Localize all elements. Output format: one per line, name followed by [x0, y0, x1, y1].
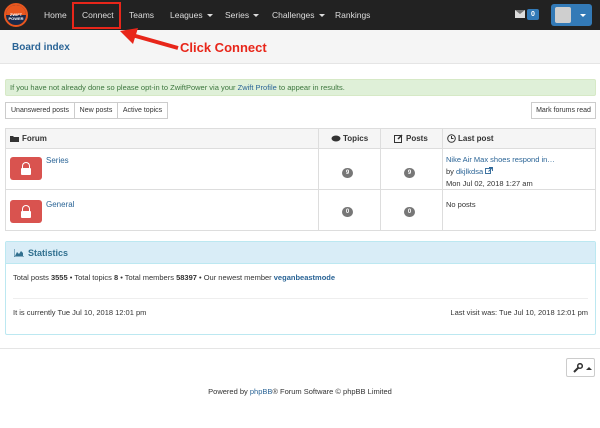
topics-count: 0: [342, 207, 353, 217]
top-navbar: ZWIFT POWER Home Connect Teams Leagues S…: [0, 0, 600, 30]
forum-table: Forum Topics Posts Last post Series 9 9 …: [5, 128, 596, 231]
clock-icon: [447, 134, 456, 143]
chevron-down-icon: [206, 14, 213, 18]
tools-menu-button[interactable]: [566, 358, 595, 377]
area-chart-icon: [14, 249, 24, 257]
zwift-profile-link[interactable]: Zwift Profile: [238, 83, 277, 92]
lock-icon: [10, 200, 42, 223]
forum-row-series: Series 9 9 Nike Air Max shoes respond in…: [6, 149, 595, 190]
forum-link-general[interactable]: General: [46, 200, 74, 209]
annotation-arrow: [120, 28, 179, 50]
new-posts-button[interactable]: New posts: [74, 102, 118, 119]
phpbb-link[interactable]: phpBB: [250, 387, 273, 396]
statistics-title: Statistics: [28, 248, 69, 258]
last-visit: Last visit was: Tue Jul 10, 2018 12:01 p…: [450, 308, 588, 317]
posts-count: 0: [404, 207, 415, 217]
mark-forums-read-button[interactable]: Mark forums read: [531, 102, 596, 119]
active-topics-button[interactable]: Active topics: [117, 102, 168, 119]
nav-challenges[interactable]: Challenges: [272, 0, 325, 30]
current-time: It is currently Tue Jul 10, 2018 12:01 p…: [13, 308, 147, 317]
forum-link-series[interactable]: Series: [46, 156, 69, 165]
comments-icon: [331, 135, 341, 142]
table-header: Forum Topics Posts Last post: [6, 129, 595, 149]
header-last-post: Last post: [458, 134, 494, 143]
last-post-by-label: by: [446, 167, 454, 176]
wrench-icon: [573, 363, 583, 373]
chevron-down-icon: [318, 14, 325, 18]
connect-highlight-box: [72, 2, 121, 29]
topics-count: 9: [342, 168, 353, 178]
edit-icon: [394, 134, 403, 143]
annotation-text: Click Connect: [180, 40, 267, 55]
envelope-icon[interactable]: [515, 10, 525, 18]
breadcrumb-board-index[interactable]: Board index: [12, 42, 70, 53]
forum-row-general: General 0 0 No posts: [6, 190, 595, 231]
header-topics: Topics: [343, 134, 369, 143]
chevron-down-icon: [253, 14, 260, 18]
chevron-up-icon: [586, 367, 592, 370]
footer-credits: Powered by phpBB® Forum Software © phpBB…: [208, 387, 392, 396]
site-logo[interactable]: ZWIFT POWER: [4, 3, 28, 27]
nav-rankings[interactable]: Rankings: [335, 0, 370, 30]
avatar: [555, 7, 571, 23]
unanswered-posts-button[interactable]: Unanswered posts: [5, 102, 75, 119]
divider: [0, 348, 600, 349]
newest-member-link[interactable]: veganbeastmode: [274, 273, 335, 282]
divider: [13, 298, 588, 299]
notice-text-prefix: If you have not already done so please o…: [10, 83, 238, 92]
breadcrumb: Board index: [0, 30, 600, 64]
nav-series[interactable]: Series: [225, 0, 260, 30]
last-post-author-link[interactable]: dkjlkdsa: [456, 167, 483, 176]
statistics-header: Statistics: [6, 242, 595, 264]
notice-banner: If you have not already done so please o…: [5, 79, 596, 96]
statistics-totals: Total posts 3555 • Total topics 8 • Tota…: [13, 273, 336, 282]
header-posts: Posts: [406, 134, 428, 143]
user-menu-button[interactable]: [551, 4, 592, 26]
logo-text: ZWIFT POWER: [8, 12, 24, 21]
last-post-info: No posts: [446, 200, 476, 209]
external-link-icon[interactable]: [485, 167, 494, 174]
nav-home[interactable]: Home: [44, 0, 67, 30]
header-forum: Forum: [22, 134, 47, 143]
last-post-date: Mon Jul 02, 2018 1:27 am: [446, 179, 533, 188]
chevron-down-icon: [580, 14, 586, 17]
last-post-info: Nike Air Max shoes respond in… by dkjlkd…: [446, 154, 555, 190]
folder-icon: [10, 136, 19, 142]
statistics-panel: Statistics Total posts 3555 • Total topi…: [5, 241, 596, 335]
lock-icon: [10, 157, 42, 180]
posts-count: 9: [404, 168, 415, 178]
notice-text-suffix: to appear in results.: [276, 83, 345, 92]
last-post-title-link[interactable]: Nike Air Max shoes respond in…: [446, 155, 555, 164]
messages-count-badge[interactable]: 0: [527, 9, 539, 20]
